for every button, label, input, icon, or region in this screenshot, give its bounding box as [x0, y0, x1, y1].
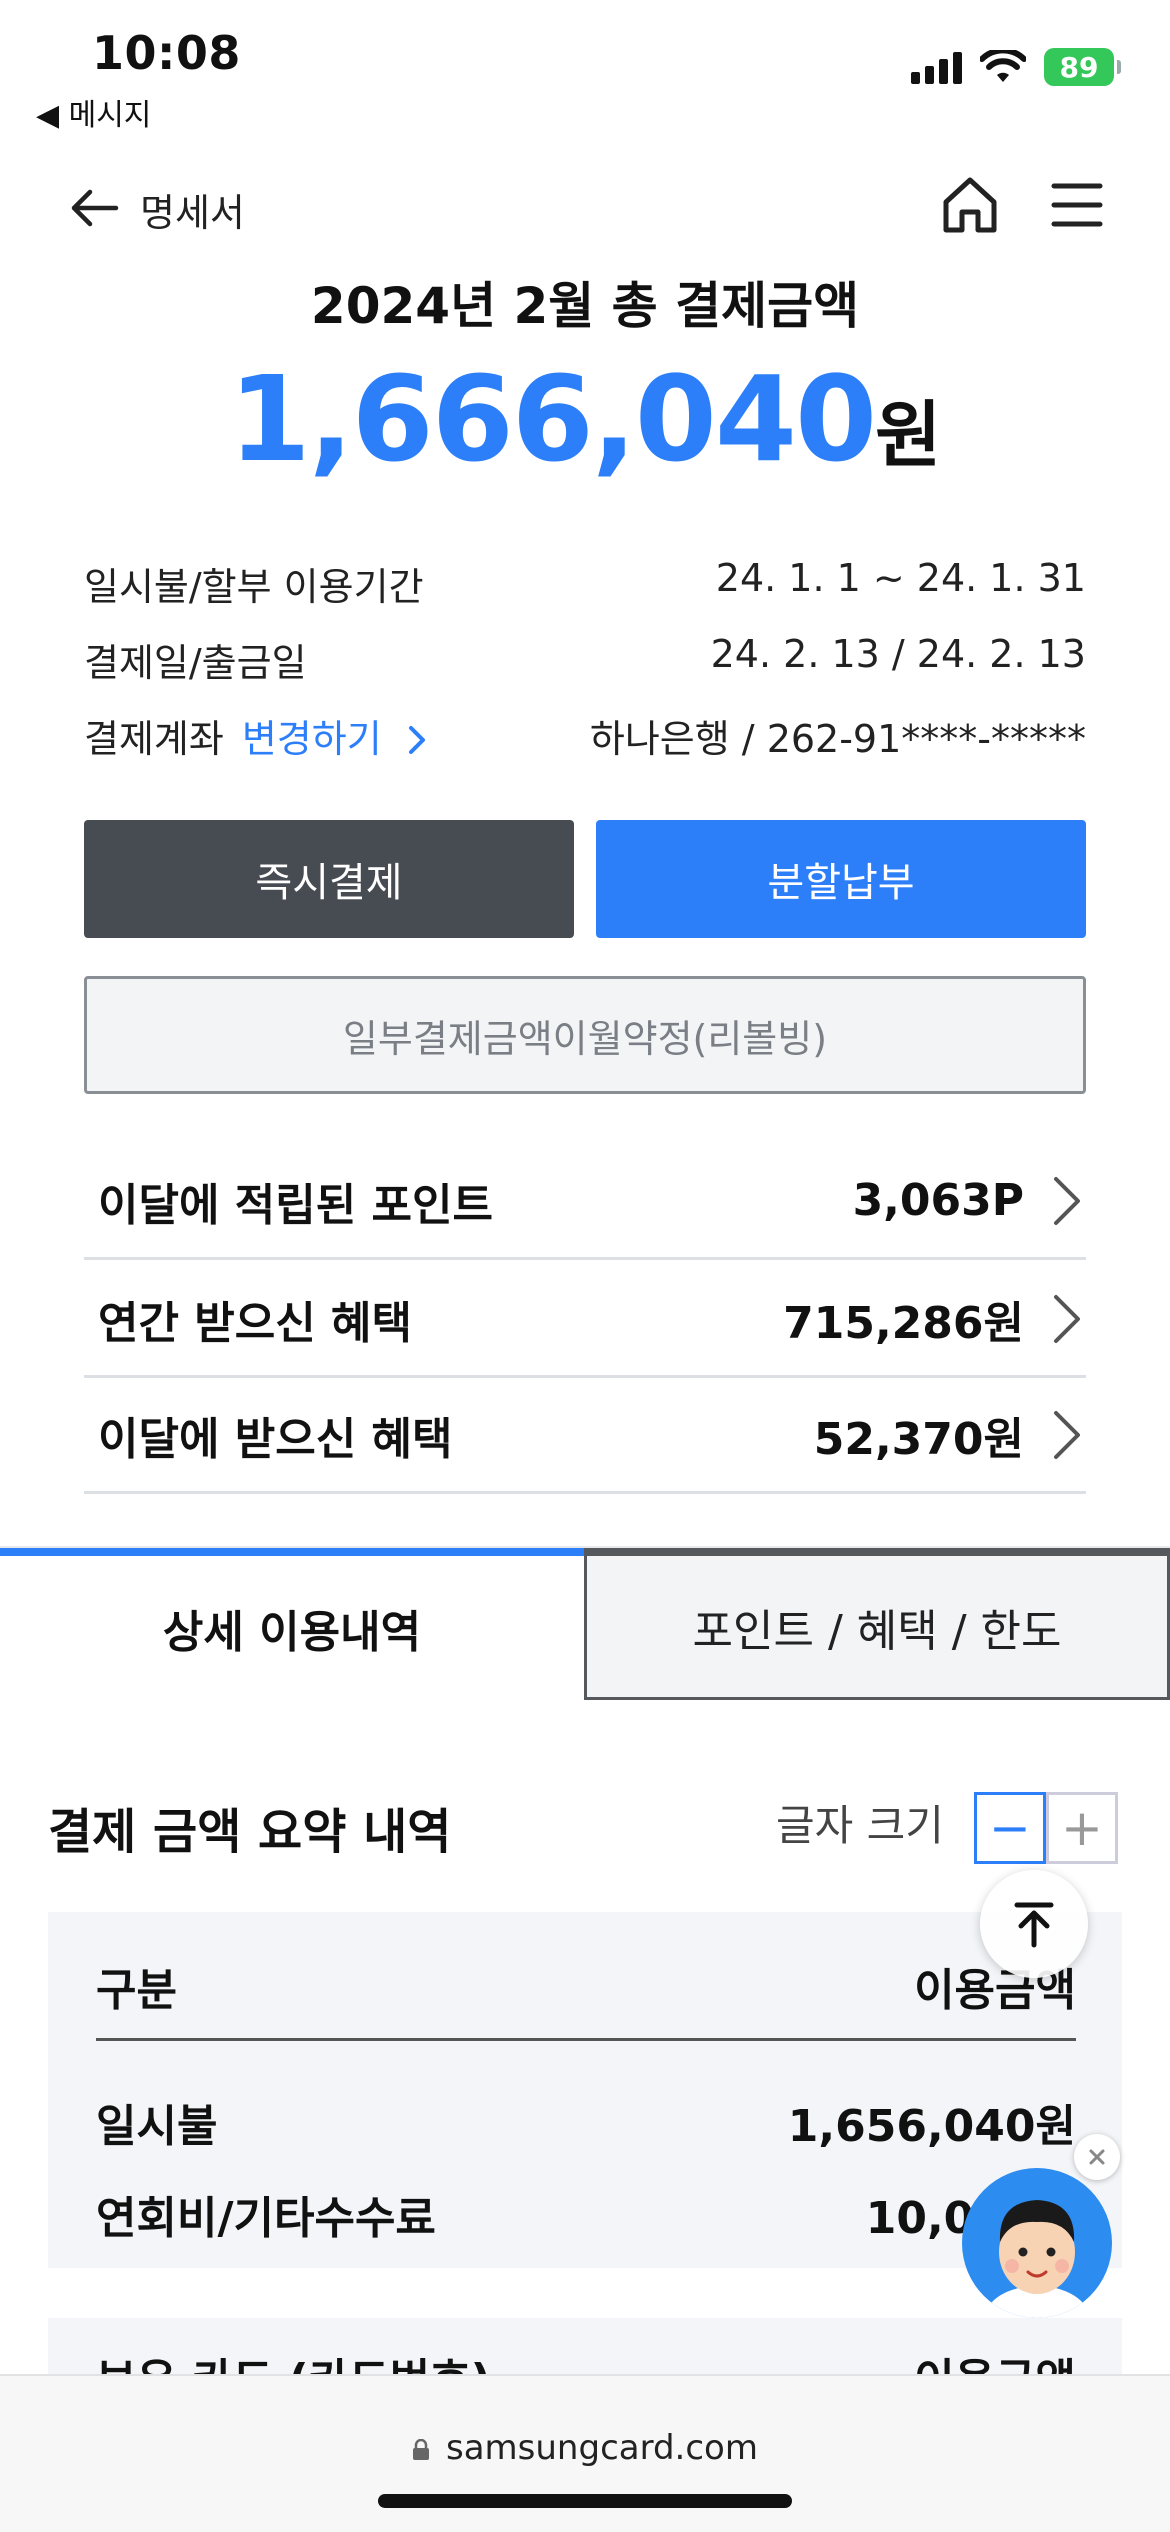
annual-benefits-row[interactable]: 연간 받으신 혜택 715,286원: [84, 1262, 1086, 1378]
total-amount: 1,666,040원: [0, 350, 1170, 488]
back-arrow-icon[interactable]: [66, 180, 122, 236]
payment-date-value: 24. 2. 13 / 24. 2. 13: [710, 632, 1086, 676]
status-time: 10:08: [92, 26, 241, 80]
payment-summary-table: 구분 이용금액 일시불 1,656,040원 연회비/기타수수료 10,000원: [48, 1912, 1122, 2268]
payment-account-label: 결제계좌: [84, 717, 224, 761]
monthly-benefits-label: 이달에 받으신 혜택: [98, 1413, 453, 1465]
table-header-divider: [96, 2038, 1076, 2041]
arrow-up-icon: [1014, 1902, 1054, 1948]
monthly-points-value: 3,063P: [852, 1175, 1024, 1226]
font-size-decrease-button[interactable]: −: [974, 1792, 1046, 1864]
payment-summary-title: 결제 금액 요약 내역: [48, 1804, 452, 1860]
browser-bottom-bar: samsungcard.com: [0, 2374, 1170, 2532]
close-icon: [1089, 2149, 1105, 2165]
menu-icon[interactable]: [1050, 180, 1104, 230]
table-cell-label: 일시불: [96, 2101, 218, 2152]
chevron-right-icon: [1054, 1410, 1080, 1459]
page-title: 명세서: [140, 191, 245, 235]
table-row: 연회비/기타수수료 10,000원: [96, 2182, 1076, 2246]
address-bar[interactable]: samsungcard.com: [0, 2428, 1170, 2468]
status-icons: 89: [911, 48, 1121, 86]
chatbot-button[interactable]: [962, 2168, 1112, 2318]
instant-pay-button[interactable]: 즉시결제: [84, 820, 574, 938]
home-indicator[interactable]: [378, 2494, 792, 2508]
usage-period-label: 일시불/할부 이용기간: [84, 565, 424, 609]
monthly-points-label: 이달에 적립된 포인트: [98, 1179, 493, 1231]
payment-date-label: 결제일/출금일: [84, 641, 307, 685]
chevron-right-icon: [408, 726, 425, 754]
table-row: 일시불 1,656,040원: [96, 2090, 1076, 2154]
usage-period-value: 24. 1. 1 ~ 24. 1. 31: [715, 556, 1086, 600]
chatbot-avatar-icon: [985, 2200, 1089, 2318]
billing-summary-title: 2024년 2월 총 결제금액: [310, 277, 860, 335]
annual-benefits-value: 715,286원: [783, 1297, 1024, 1349]
total-amount-value: 1,666,040: [228, 350, 877, 488]
monthly-benefits-value: 52,370원: [813, 1413, 1024, 1465]
annual-benefits-label: 연간 받으신 혜택: [98, 1297, 412, 1349]
total-amount-unit: 원: [875, 393, 942, 477]
table-cell-value: 1,656,040원: [787, 2101, 1076, 2152]
battery-icon: 89: [1044, 48, 1121, 86]
page-header: 명세서: [0, 170, 1170, 250]
lock-icon: [413, 2439, 429, 2460]
font-size-increase-button[interactable]: +: [1046, 1792, 1118, 1864]
monthly-points-row[interactable]: 이달에 적립된 포인트 3,063P: [84, 1144, 1086, 1260]
table-header-row: 구분 이용금액: [96, 1954, 1076, 2018]
revolving-button[interactable]: 일부결제금액이월약정(리볼빙): [84, 976, 1086, 1094]
payment-account-row: 결제계좌 변경하기 하나은행 / 262-91****-*****: [84, 708, 1086, 763]
installment-button[interactable]: 분할납부: [596, 820, 1086, 938]
chatbot-close-button[interactable]: [1074, 2134, 1120, 2180]
tab-points-benefits-limit[interactable]: 포인트 / 혜택 / 한도: [584, 1548, 1170, 1700]
url-text: samsungcard.com: [446, 2428, 758, 2468]
usage-period-row: 일시불/할부 이용기간 24. 1. 1 ~ 24. 1. 31: [84, 556, 1086, 611]
detail-tabs: 상세 이용내역 포인트 / 혜택 / 한도: [0, 1548, 1170, 1700]
table-header-category: 구분: [96, 1965, 177, 2016]
scroll-to-top-button[interactable]: [980, 1870, 1088, 1978]
tab-usage-details[interactable]: 상세 이용내역: [0, 1548, 584, 1700]
chevron-right-icon: [1054, 1176, 1080, 1225]
monthly-benefits-row[interactable]: 이달에 받으신 혜택 52,370원: [84, 1378, 1086, 1494]
home-icon[interactable]: [940, 174, 1000, 236]
back-to-messages-link[interactable]: ◀ 메시지: [36, 90, 151, 134]
payment-account-value: 하나은행 / 262-91****-*****: [589, 717, 1086, 761]
font-size-label: 글자 크기: [776, 1801, 944, 1850]
battery-level: 89: [1059, 50, 1099, 84]
table-cell-label: 연회비/기타수수료: [96, 2193, 436, 2244]
change-account-link[interactable]: 변경하기: [242, 717, 428, 761]
payment-date-row: 결제일/출금일 24. 2. 13 / 24. 2. 13: [84, 632, 1086, 687]
wifi-icon: [980, 50, 1026, 82]
chevron-right-icon: [1054, 1294, 1080, 1343]
cellular-signal-icon: [911, 50, 962, 84]
